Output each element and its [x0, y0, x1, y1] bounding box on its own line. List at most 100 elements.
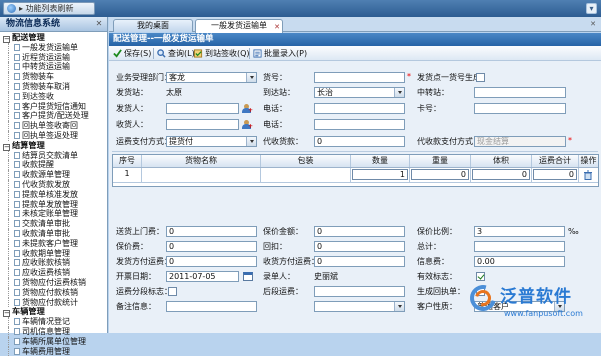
cod-input[interactable]: 0 [314, 136, 405, 147]
sidebar-group[interactable]: −配送管理 [0, 33, 107, 43]
receiver-freight-input[interactable]: 0 [314, 256, 405, 267]
document-icon [14, 259, 20, 266]
select-person-icon[interactable]: + [242, 120, 253, 129]
sidebar-item[interactable]: 回执单签收寄回 [0, 121, 107, 131]
brand-logo: 泛普软件 www.fanpusoft.com [470, 285, 596, 327]
sidebar-item[interactable]: 近程货运运输 [0, 53, 107, 63]
cod-pay-input[interactable]: 现金结算 [474, 136, 566, 147]
select-person-icon[interactable]: + [242, 104, 253, 113]
arrive-sign-button[interactable]: 到站签收(Q) [194, 48, 250, 59]
trash-icon[interactable] [583, 170, 593, 180]
sidebar-item-label: 提款单核准发放 [22, 190, 78, 199]
cell-name[interactable] [142, 168, 261, 182]
fee-input[interactable]: 0 [533, 169, 577, 180]
weight-input[interactable]: 0 [411, 169, 469, 180]
sidebar-item[interactable]: 一般发货运输单 [0, 43, 107, 53]
sidebar-item[interactable]: 代收货款发放 [0, 180, 107, 190]
insured-amount-label: 保价金额： [263, 226, 303, 237]
sidebar-item[interactable]: 货物应付款核销 [0, 288, 107, 298]
tab-shipping-order[interactable]: 一般发货运输单 ✕ [195, 19, 283, 33]
cell-qty: 1 [351, 168, 410, 182]
invoice-date-input[interactable]: 2011-07-05 [166, 271, 239, 282]
sidebar-item-label: 提款单发放管理 [22, 200, 78, 209]
goods-no-input[interactable] [314, 72, 405, 83]
single-no-checkbox[interactable] [476, 73, 485, 82]
close-icon[interactable]: ✕ [274, 21, 280, 33]
logo-url: www.fanpusoft.com [504, 309, 583, 318]
sidebar: 物流信息系统 ✕ −配送管理一般发货运输单近程货运运输中转货运运输货物装车货物装… [0, 17, 108, 333]
sender-input[interactable] [166, 103, 239, 114]
dept-select[interactable]: 客龙 [166, 72, 257, 83]
cod-pay-label: 代收款支付方式： [417, 136, 481, 147]
sidebar-item[interactable]: 车辆费用管理 [0, 347, 107, 356]
rebate-input[interactable]: 0 [314, 241, 405, 252]
qty-input[interactable]: 1 [352, 169, 408, 180]
tab-desktop[interactable]: 我的桌面 [113, 19, 193, 32]
sidebar-item[interactable]: 司机信息管理 [0, 327, 107, 337]
sidebar-item[interactable]: 客户提货/配送处理 [0, 111, 107, 121]
card-input[interactable] [474, 103, 566, 114]
delivery-fee-input[interactable]: 0 [166, 226, 257, 237]
table-row[interactable]: 1 1 0 0 0 [113, 168, 598, 182]
sidebar-item-label: 货物应付款核销 [22, 288, 78, 297]
receiver-phone-input[interactable] [314, 119, 405, 130]
transfer-input[interactable] [474, 87, 566, 98]
close-icon[interactable]: ✕ [588, 19, 598, 29]
insured-fee-input[interactable]: 0 [166, 241, 257, 252]
sidebar-item[interactable]: 未核定账单管理 [0, 209, 107, 219]
volume-input[interactable]: 0 [472, 169, 530, 180]
refresh-menu-button[interactable]: ▸ 功能列表刷新 [3, 2, 95, 15]
batch-entry-button[interactable]: 批量录入(P) [253, 48, 307, 59]
sidebar-item[interactable]: 结算员交款清单 [0, 151, 107, 161]
save-button[interactable]: 保存(S) [113, 48, 151, 59]
sidebar-item[interactable]: 应收账款核销 [0, 258, 107, 268]
sidebar-item[interactable]: 收款清单审批 [0, 229, 107, 239]
sidebar-item[interactable]: 中转货运运输 [0, 62, 107, 72]
sidebar-item[interactable]: 应收运费核销 [0, 268, 107, 278]
sidebar-item[interactable]: 货物装车 [0, 72, 107, 82]
sidebar-item[interactable]: 货物装车取消 [0, 82, 107, 92]
receiver-input[interactable] [166, 119, 239, 130]
sidebar-item[interactable]: 收款源单管理 [0, 170, 107, 180]
insured-amount-input[interactable]: 0 [314, 226, 405, 237]
sidebar-item-label: 回执单签返处理 [22, 131, 78, 140]
sidebar-item[interactable]: 收款提醒 [0, 160, 107, 170]
arrive-station-select[interactable]: 长治 [314, 87, 405, 98]
cell-pack[interactable] [261, 168, 351, 182]
remark-input[interactable] [166, 301, 257, 312]
document-icon [14, 289, 20, 296]
info-fee-input[interactable]: 0.00 [474, 256, 565, 267]
segment-flag-checkbox[interactable] [168, 287, 177, 296]
tab-bar: 我的桌面 一般发货运输单 ✕ ✕ [109, 17, 601, 32]
sender-phone-input[interactable] [314, 103, 405, 114]
sidebar-item[interactable]: 客户提货短信通知 [0, 102, 107, 112]
sidebar-item[interactable]: 到达签收 [0, 92, 107, 102]
insured-ratio-input[interactable]: 3 [474, 226, 565, 237]
remark-select[interactable] [314, 301, 405, 312]
sidebar-item-label: 收款清单审批 [22, 229, 70, 238]
valid-flag-checkbox[interactable] [476, 272, 485, 281]
sidebar-item[interactable]: 提款单发放管理 [0, 200, 107, 210]
sidebar-group[interactable]: −结算管理 [0, 141, 107, 151]
document-icon [14, 240, 20, 247]
close-icon[interactable]: ✕ [94, 19, 104, 29]
sidebar-item[interactable]: 货物应付运费核销 [0, 278, 107, 288]
sidebar-item[interactable]: 货物应付款统计 [0, 298, 107, 308]
sender-freight-input[interactable]: 0 [166, 256, 257, 267]
sidebar-item[interactable]: 车辆情况登记 [0, 317, 107, 327]
calendar-icon[interactable] [243, 272, 253, 281]
collapse-icon[interactable]: ▾ [586, 3, 597, 14]
total-input[interactable] [474, 241, 565, 252]
freight-pay-select[interactable]: 提货付 [166, 136, 257, 147]
sidebar-item[interactable]: 回执单签返处理 [0, 131, 107, 141]
sidebar-item[interactable]: 未提款客户管理 [0, 239, 107, 249]
sidebar-item[interactable]: 车辆所属单位管理 [0, 337, 107, 347]
divider [112, 151, 598, 152]
sidebar-item[interactable]: 收款期单管理 [0, 249, 107, 259]
query-button[interactable]: 查询(L) [157, 48, 195, 59]
sidebar-item[interactable]: 提款单核准发放 [0, 190, 107, 200]
post-fee-input[interactable] [314, 286, 405, 297]
sidebar-group[interactable]: −车辆管理 [0, 307, 107, 317]
sidebar-header: 物流信息系统 ✕ [0, 17, 107, 32]
sidebar-item[interactable]: 交款清单审批 [0, 219, 107, 229]
